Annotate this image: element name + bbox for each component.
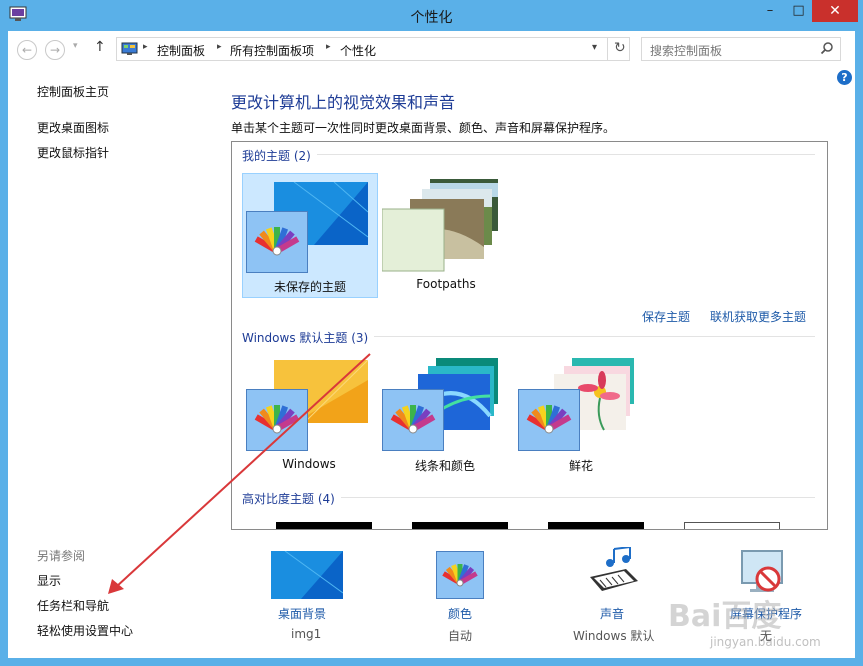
up-button[interactable]: ↑ xyxy=(94,39,106,55)
color-palette-icon xyxy=(382,389,444,451)
group-my-themes-title: 我的主题 (2) xyxy=(242,147,317,164)
theme-tile-high-contrast-3[interactable] xyxy=(548,522,644,529)
breadcrumb-personalization[interactable]: 个性化 xyxy=(340,42,376,59)
maximize-button[interactable]: □ xyxy=(785,0,812,22)
back-button[interactable]: ← xyxy=(17,40,37,60)
forward-button[interactable]: → xyxy=(45,40,65,60)
group-high-contrast-title: 高对比度主题 (4) xyxy=(242,490,341,507)
address-divider xyxy=(607,38,608,60)
baidu-watermark-url: jingyan.baidu.com xyxy=(710,635,821,649)
theme-label: 未保存的主题 xyxy=(273,280,346,294)
desktop-background-value: img1 xyxy=(291,627,322,641)
baidu-watermark: Bai百度 xyxy=(668,599,782,634)
group-windows-themes-title: Windows 默认主题 (3) xyxy=(242,329,375,346)
theme-list: 我的主题 (2) 未保存的主题 Footpaths 保存主题 联机获取更多主题 … xyxy=(231,141,828,530)
color-palette-icon xyxy=(518,389,580,451)
theme-tile-high-contrast-1[interactable] xyxy=(276,522,372,529)
help-button[interactable]: ? xyxy=(837,70,852,85)
color-icon[interactable] xyxy=(436,551,484,599)
theme-tile-flowers[interactable]: 鲜花 xyxy=(516,356,646,481)
theme-list-scrollbar[interactable]: ▲ ▼ xyxy=(827,142,828,529)
color-value: 自动 xyxy=(448,629,473,643)
theme-tile-windows[interactable]: Windows xyxy=(244,356,374,481)
sound-value: Windows 默认 xyxy=(573,629,655,643)
theme-tile-unsaved[interactable]: 未保存的主题 xyxy=(242,173,378,298)
window-client-area: ← → ▾ ↑ ▸ 控制面板 ▸ 所有控制面板项 ▸ 个性化 ▾ ↻ 搜索控制面… xyxy=(8,31,855,658)
desktop-background-icon[interactable] xyxy=(271,551,343,599)
close-button[interactable]: ✕ xyxy=(812,0,858,22)
breadcrumb-control-panel[interactable]: 控制面板 xyxy=(157,42,205,59)
recent-locations-dropdown[interactable]: ▾ xyxy=(73,41,78,51)
sidebar-item-ease-of-access[interactable]: 轻松使用设置中心 xyxy=(37,622,133,639)
address-bar[interactable]: ▸ 控制面板 ▸ 所有控制面板项 ▸ 个性化 ▾ ↻ xyxy=(116,37,630,61)
color-palette-icon xyxy=(246,389,308,451)
refresh-button[interactable]: ↻ xyxy=(614,40,626,56)
theme-tile-high-contrast-white[interactable] xyxy=(684,522,780,529)
theme-tile-lines-and-colors[interactable]: 线条和颜色 xyxy=(380,356,510,481)
chevron-down-icon[interactable]: ▾ xyxy=(592,42,597,53)
sidebar-item-display[interactable]: 显示 xyxy=(37,572,61,589)
theme-label: 鲜花 xyxy=(568,459,593,473)
sidebar-item-taskbar-navigation[interactable]: 任务栏和导航 xyxy=(37,597,109,614)
footpaths-thumbnail xyxy=(382,179,498,272)
sound-link[interactable]: 声音 xyxy=(600,605,624,622)
search-box[interactable]: 搜索控制面板 xyxy=(641,37,841,61)
sound-icon[interactable] xyxy=(586,547,642,599)
search-input[interactable]: 搜索控制面板 xyxy=(650,42,722,59)
sidebar-item-mouse-pointers[interactable]: 更改鼠标指针 xyxy=(37,144,109,161)
sidebar-item-desktop-icons[interactable]: 更改桌面图标 xyxy=(37,119,109,136)
breadcrumb-separator: ▸ xyxy=(143,42,148,52)
theme-label: 线条和颜色 xyxy=(414,459,475,473)
theme-tile-high-contrast-2[interactable] xyxy=(412,522,508,529)
search-icon[interactable] xyxy=(820,41,834,55)
breadcrumb-separator[interactable]: ▸ xyxy=(217,42,222,52)
see-also-caption: 另请参阅 xyxy=(37,549,86,563)
minimize-button[interactable]: – xyxy=(755,0,785,22)
page-title: 更改计算机上的视觉效果和声音 xyxy=(231,93,456,112)
color-link[interactable]: 颜色 xyxy=(448,605,472,622)
page-subtitle: 单击某个主题可一次性同时更改桌面背景、颜色、声音和屏幕保护程序。 xyxy=(231,121,616,135)
save-theme-link[interactable]: 保存主题 xyxy=(642,308,690,325)
group-divider xyxy=(242,154,815,155)
theme-label: Footpaths xyxy=(416,277,476,291)
breadcrumb-separator[interactable]: ▸ xyxy=(326,42,331,52)
theme-tile-footpaths[interactable]: Footpaths xyxy=(382,173,510,298)
title-bar: 个性化 – □ ✕ xyxy=(0,0,863,31)
color-palette-icon xyxy=(246,211,308,273)
control-panel-icon xyxy=(121,42,138,55)
window-title: 个性化 xyxy=(410,10,453,26)
breadcrumb-all-items[interactable]: 所有控制面板项 xyxy=(230,42,314,59)
desktop-background-link[interactable]: 桌面背景 xyxy=(278,605,326,622)
sidebar-item-control-panel-home[interactable]: 控制面板主页 xyxy=(37,83,109,100)
get-more-themes-online-link[interactable]: 联机获取更多主题 xyxy=(710,308,806,325)
theme-label: Windows xyxy=(282,457,336,471)
